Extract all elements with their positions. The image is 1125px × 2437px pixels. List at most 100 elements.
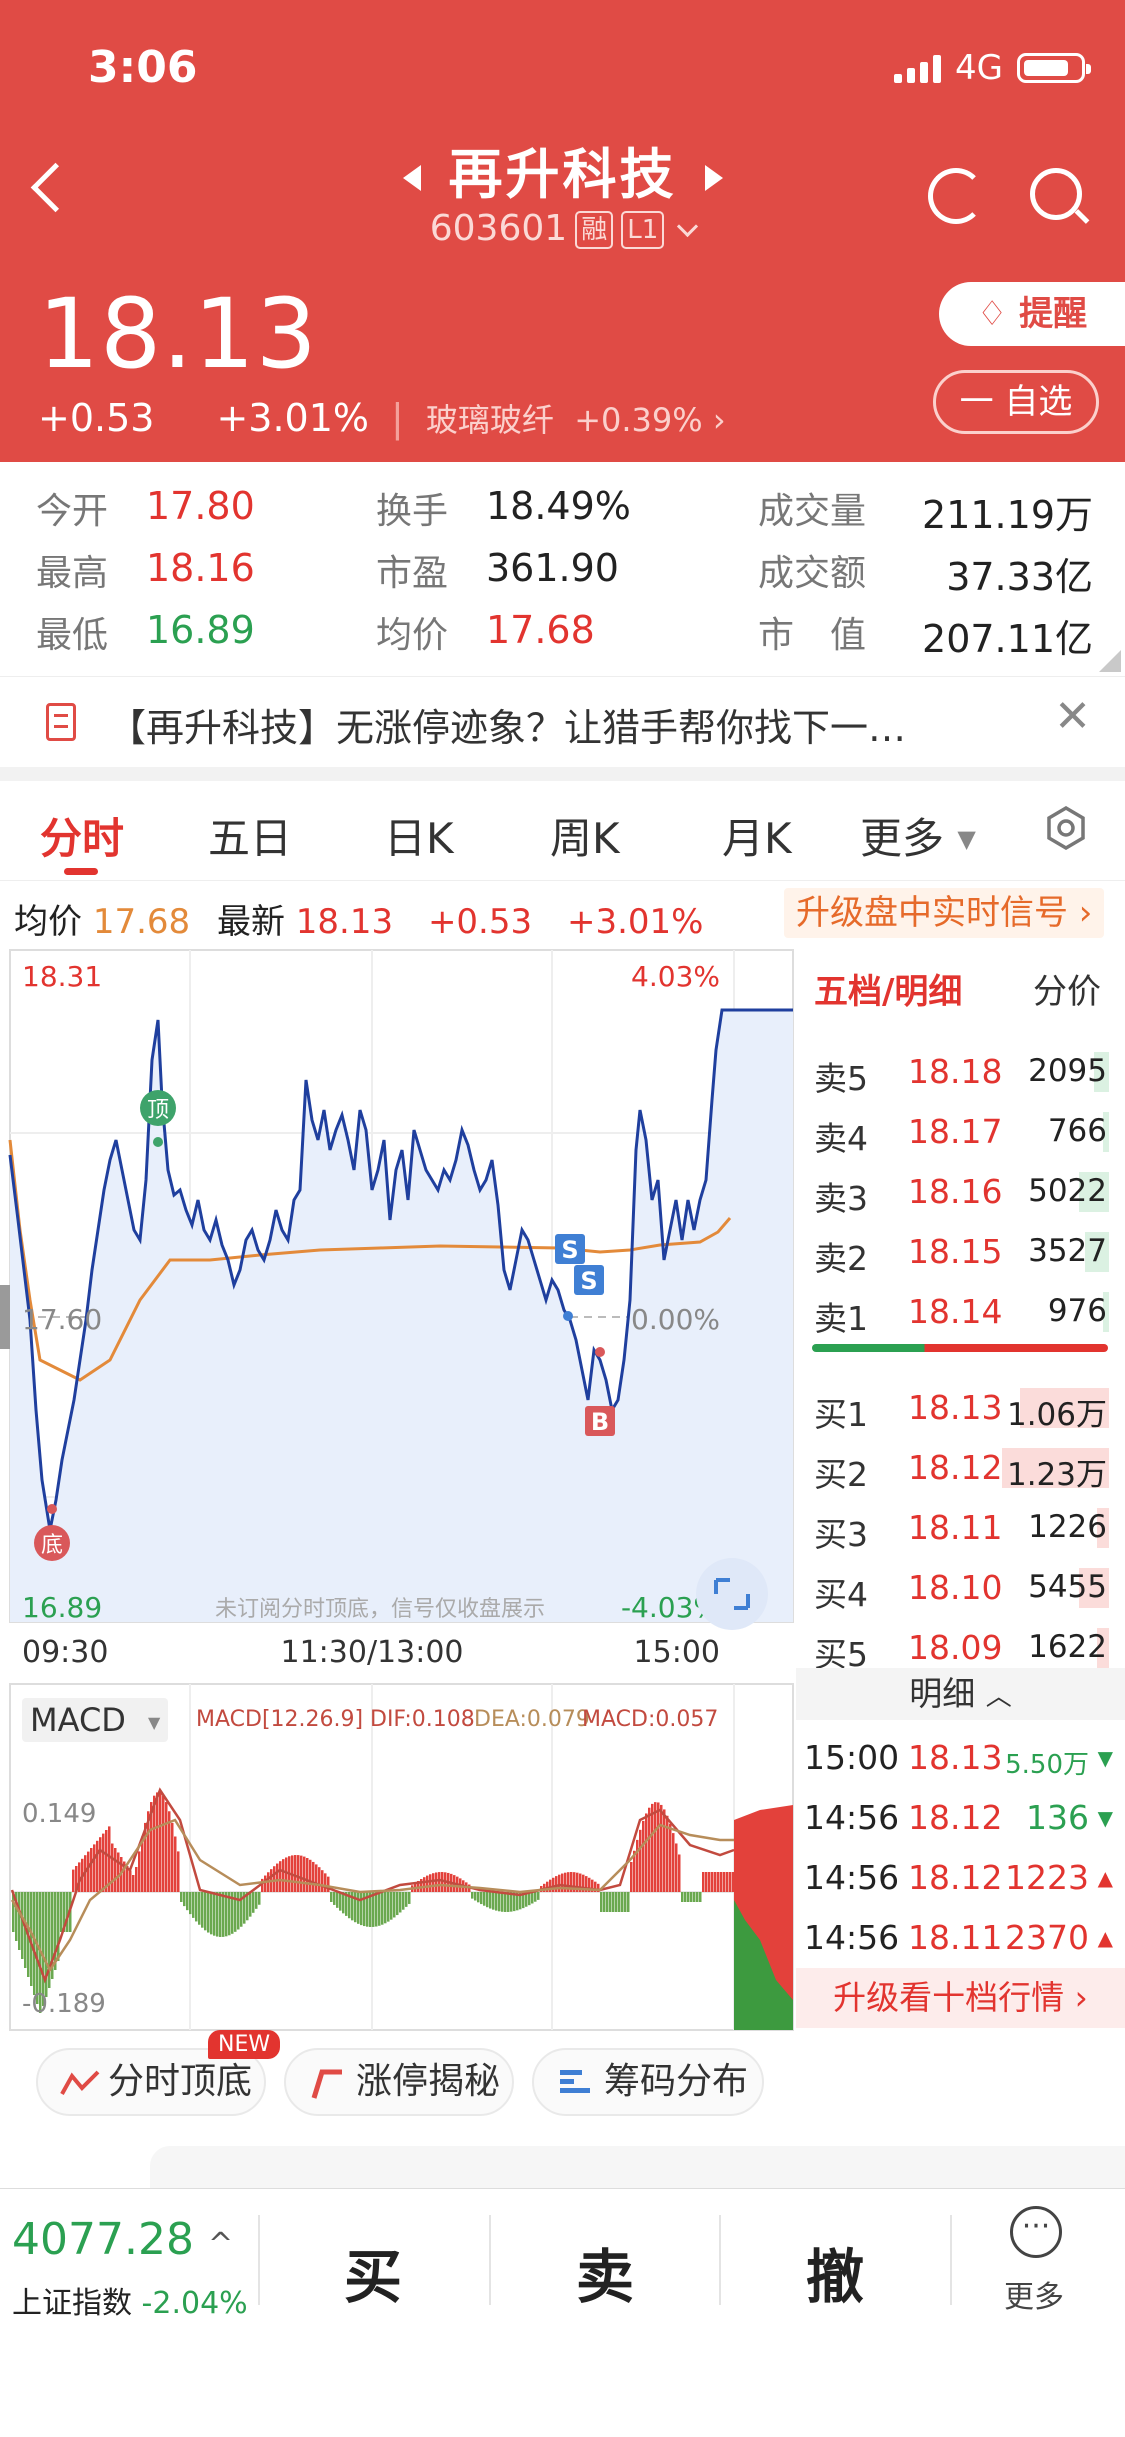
macd-bar (204, 1892, 207, 1931)
stat-value: 18.16 (146, 546, 255, 590)
prev-stock-icon[interactable] (402, 165, 421, 192)
bid-row[interactable]: 买1 18.13 1.06万 (796, 1382, 1125, 1434)
level-volume: 766 (1047, 1113, 1107, 1149)
close-icon[interactable]: ✕ (1054, 691, 1091, 742)
tab-weekly-k[interactable]: 周K (550, 805, 620, 866)
macd-bar (627, 1892, 630, 1912)
trade-price: 18.11 (908, 1918, 1003, 1957)
macd-selector-label: MACD (30, 1701, 126, 1739)
buy-button[interactable]: 买 (344, 2230, 402, 2314)
macd-params: MACD[12.26.9] (196, 1707, 363, 1732)
ask-row[interactable]: 卖5 18.18 2095 (796, 1046, 1125, 1098)
intraday-chart[interactable]: 顶 底 S S B 18.31 17.60 16.89 4.03% 0.00% … (0, 940, 795, 2032)
add-watchlist-button[interactable]: 一 自选 (933, 370, 1099, 434)
macd-bar (480, 1892, 483, 1905)
level-label: 卖1 (814, 1299, 868, 1338)
macd-bar (534, 1892, 537, 1902)
macd-bar (219, 1892, 222, 1937)
more-icon[interactable]: ··· (1010, 2206, 1062, 2258)
feature-limit-up-insight[interactable]: 涨停揭秘 (284, 2048, 514, 2116)
macd-bar (402, 1892, 405, 1910)
avg-label: 均价 (14, 902, 82, 942)
macd-bar (621, 1892, 624, 1912)
macd-bar (225, 1892, 228, 1937)
price-distribution-tab[interactable]: 分价 (1033, 964, 1101, 1013)
upgrade-signal-label: 升级盘中实时信号 (796, 893, 1068, 933)
bell-icon: ♢ (976, 294, 1020, 334)
macd-bar (708, 1872, 711, 1892)
macd-bar (252, 1892, 255, 1913)
upgrade-signal-link[interactable]: 升级盘中实时信号 › (784, 888, 1105, 938)
ask-row[interactable]: 卖1 18.14 976 (796, 1286, 1125, 1338)
level-price: 18.10 (908, 1568, 1003, 1607)
refresh-icon[interactable] (928, 168, 984, 224)
cancel-order-button[interactable]: 撤 (806, 2230, 864, 2314)
macd-bar (183, 1892, 186, 1907)
chip-distribution-icon (560, 2070, 590, 2093)
sell-button[interactable]: 卖 (576, 2230, 634, 2314)
detail-header[interactable]: 明细 ︿ (796, 1668, 1125, 1720)
pct-high-label: 4.03% (631, 960, 720, 993)
macd-bar (102, 1833, 105, 1892)
macd-bar (507, 1892, 510, 1912)
trade-volume: 1223 (1005, 1858, 1089, 1897)
tab-five-day[interactable]: 五日 (208, 805, 292, 866)
left-scroll-tab[interactable] (0, 1285, 10, 1349)
stat-label: 最低 (36, 615, 109, 656)
tab-daily-k[interactable]: 日K (384, 805, 454, 866)
chevron-up-icon: ^ (207, 2227, 234, 2262)
macd-bar (138, 1851, 141, 1892)
macd-bar (210, 1892, 213, 1935)
macd-bar (645, 1813, 648, 1892)
limit-up-icon (311, 2069, 342, 2099)
macd-bar (99, 1837, 102, 1892)
tab-intraday[interactable]: 分时 (40, 805, 124, 866)
tab-monthly-k[interactable]: 月K (722, 805, 792, 866)
news-banner[interactable]: 【再升科技】无涨停迹象？让猎手帮你找下一… ✕ (0, 676, 1125, 781)
bid-row[interactable]: 买2 18.12 1.23万 (796, 1442, 1125, 1494)
ask-row[interactable]: 卖4 18.17 766 (796, 1106, 1125, 1158)
trade-volume: 2370 (1005, 1918, 1089, 1957)
tab-more[interactable]: 更多 ▼ (860, 805, 976, 866)
macd-bar (276, 1863, 279, 1892)
ask-row[interactable]: 卖3 18.16 5022 (796, 1166, 1125, 1218)
quote-bar: 均价 17.68 最新 18.13 +0.53 +3.01% (14, 894, 703, 943)
macd-bar (693, 1892, 696, 1902)
more-button-label[interactable]: 更多 (1004, 2272, 1064, 2316)
macd-bar (309, 1859, 312, 1892)
macd-bar (180, 1892, 183, 1902)
macd-bar (156, 1792, 159, 1892)
macd-bar (117, 1852, 120, 1892)
fullscreen-button[interactable] (696, 1558, 768, 1630)
index-link[interactable]: 4077.28 ^ (12, 2214, 233, 2265)
macd-bar (171, 1822, 174, 1892)
stat-label: 最高 (36, 553, 109, 594)
macd-dif: DIF:0.108 (370, 1707, 475, 1732)
bid-row[interactable]: 买4 18.10 5455 (796, 1562, 1125, 1614)
bid-row[interactable]: 买3 18.11 1226 (796, 1502, 1125, 1554)
macd-bar (324, 1873, 327, 1892)
order-book-tab[interactable]: 五档/明细 (814, 964, 962, 1013)
macd-bar (177, 1851, 180, 1892)
ask-row[interactable]: 卖2 18.15 3527 (796, 1226, 1125, 1278)
level-volume: 1622 (1028, 1629, 1107, 1665)
remind-button[interactable]: ♢ 提醒 (939, 282, 1125, 346)
upgrade-ten-level-link[interactable]: 升级看十档行情 › (796, 1968, 1125, 2028)
search-icon[interactable] (1030, 168, 1090, 224)
macd-bar (201, 1892, 204, 1928)
next-stock-icon[interactable] (704, 165, 723, 192)
macd-bar (489, 1892, 492, 1909)
margin-tag: 融 (575, 211, 614, 249)
feature-chip-distribution[interactable]: 筹码分布 (532, 2048, 764, 2116)
sector-link[interactable]: 玻璃玻纤 +0.39% › (426, 395, 726, 441)
macd-bar (393, 1892, 396, 1918)
expand-corner-icon[interactable] (1099, 650, 1121, 672)
macd-bar (312, 1861, 315, 1892)
bid-row[interactable]: 买5 18.09 1622 (796, 1622, 1125, 1674)
top-marker[interactable]: 顶 (140, 1090, 176, 1147)
macd-bar (354, 1892, 357, 1923)
macd-bar (21, 1892, 24, 1959)
macd-bar (423, 1877, 426, 1892)
macd-bar (720, 1872, 723, 1892)
settings-icon[interactable] (1044, 805, 1088, 851)
